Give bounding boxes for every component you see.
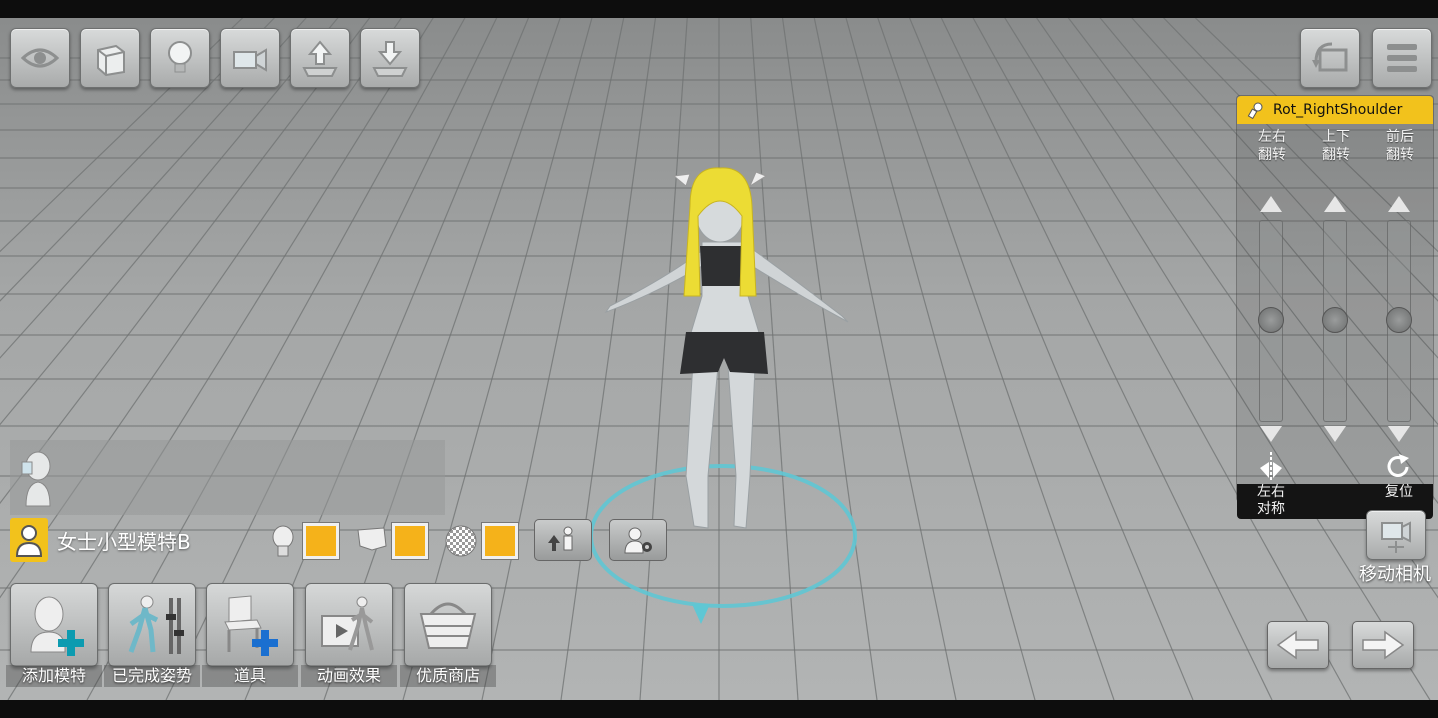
model-row: 女士小型模特B — [10, 516, 667, 564]
reset-button[interactable]: 复位 — [1379, 484, 1419, 501]
reset-view-button[interactable] — [1300, 28, 1360, 88]
mirror-button[interactable]: 左右 对称 — [1251, 484, 1291, 518]
animation-label: 动画效果 — [301, 665, 397, 687]
shopping-basket-icon — [419, 602, 477, 649]
slider-up-arrow[interactable] — [1260, 196, 1282, 212]
model-list-panel — [10, 440, 445, 515]
visibility-button[interactable] — [10, 28, 70, 88]
light-bulb-icon — [168, 41, 192, 73]
slider-down-arrow[interactable] — [1260, 426, 1282, 442]
model-thumbnail-icon[interactable] — [16, 448, 56, 508]
props-button[interactable]: 道具 — [202, 583, 298, 687]
animation-icon — [321, 596, 374, 651]
next-button[interactable] — [1352, 621, 1414, 669]
texture-color-swatch[interactable] — [482, 523, 518, 559]
user-settings-icon — [624, 527, 652, 554]
move-camera-icon — [1381, 521, 1411, 553]
slider-up-arrow[interactable] — [1324, 196, 1346, 212]
bone-rotation-panel: Rot_RightShoulder 左右 翻转 上下 翻转 前后 翻转 左右 对… — [1236, 95, 1434, 519]
arrow-right-icon — [1362, 630, 1405, 660]
menu-button[interactable] — [1372, 28, 1432, 88]
bone-icon — [1247, 102, 1263, 120]
column-label-up-down: 上下 翻转 — [1322, 129, 1350, 163]
slider-knob[interactable] — [1386, 307, 1412, 333]
pose-icon — [128, 595, 184, 654]
upload-icon — [302, 40, 338, 77]
download-icon — [372, 41, 408, 77]
slider-knob[interactable] — [1258, 307, 1284, 333]
eye-icon — [20, 48, 60, 68]
cube-icon — [97, 44, 125, 77]
props-label: 道具 — [202, 665, 298, 687]
head-color-swatch[interactable] — [303, 523, 339, 559]
3d-viewport[interactable]: Rot_RightShoulder 左右 翻转 上下 翻转 前后 翻转 左右 对… — [0, 18, 1438, 700]
camera-view-button[interactable] — [220, 28, 280, 88]
bone-title-bar: Rot_RightShoulder — [1237, 96, 1433, 124]
chair-add-icon — [224, 595, 278, 656]
download-button[interactable] — [360, 28, 420, 88]
model-avatar[interactable] — [10, 518, 48, 562]
slider-front-back[interactable] — [1386, 220, 1412, 422]
bone-name: Rot_RightShoulder — [1273, 102, 1403, 118]
clothing-color-swatch[interactable] — [392, 523, 428, 559]
model-settings-button[interactable] — [609, 519, 667, 561]
add-model-label: 添加模特 — [6, 665, 102, 687]
reset-icon[interactable] — [1385, 454, 1413, 480]
add-model-icon — [30, 596, 84, 656]
texture-icon — [445, 525, 477, 557]
model-name: 女士小型模特B — [57, 530, 191, 554]
upload-button[interactable] — [290, 28, 350, 88]
slider-down-arrow[interactable] — [1324, 426, 1346, 442]
completed-pose-button[interactable]: 已完成姿势 — [104, 583, 200, 687]
animation-button[interactable]: 动画效果 — [301, 583, 397, 687]
clothing-icon — [357, 527, 387, 551]
head-icon — [272, 525, 294, 557]
slider-up-arrow[interactable] — [1388, 196, 1410, 212]
store-label: 优质商店 — [400, 665, 496, 687]
slider-up-down[interactable] — [1322, 220, 1348, 422]
light-button[interactable] — [150, 28, 210, 88]
column-label-front-back: 前后 翻转 — [1386, 129, 1414, 163]
pose-adjust-button[interactable] — [534, 519, 592, 561]
character-model[interactable] — [590, 146, 870, 546]
slider-knob[interactable] — [1322, 307, 1348, 333]
column-label-left-right: 左右 翻转 — [1258, 129, 1286, 163]
previous-button[interactable] — [1267, 621, 1329, 669]
person-icon — [15, 525, 43, 557]
add-model-button[interactable]: 添加模特 — [6, 583, 102, 687]
slider-left-right[interactable] — [1258, 220, 1284, 422]
menu-icon — [1387, 44, 1417, 72]
pose-adjust-icon — [548, 526, 573, 551]
store-button[interactable]: 优质商店 — [400, 583, 496, 687]
slider-down-arrow[interactable] — [1388, 426, 1410, 442]
mirror-icon[interactable] — [1258, 452, 1284, 482]
arrow-left-icon — [1276, 630, 1319, 660]
completed-pose-label: 已完成姿势 — [104, 665, 200, 687]
move-camera-label: 移动相机 — [1359, 564, 1431, 585]
camera-view-icon — [233, 48, 267, 72]
move-camera-button[interactable] — [1366, 510, 1426, 560]
cube-button[interactable] — [80, 28, 140, 88]
reset-view-icon — [1312, 42, 1348, 72]
